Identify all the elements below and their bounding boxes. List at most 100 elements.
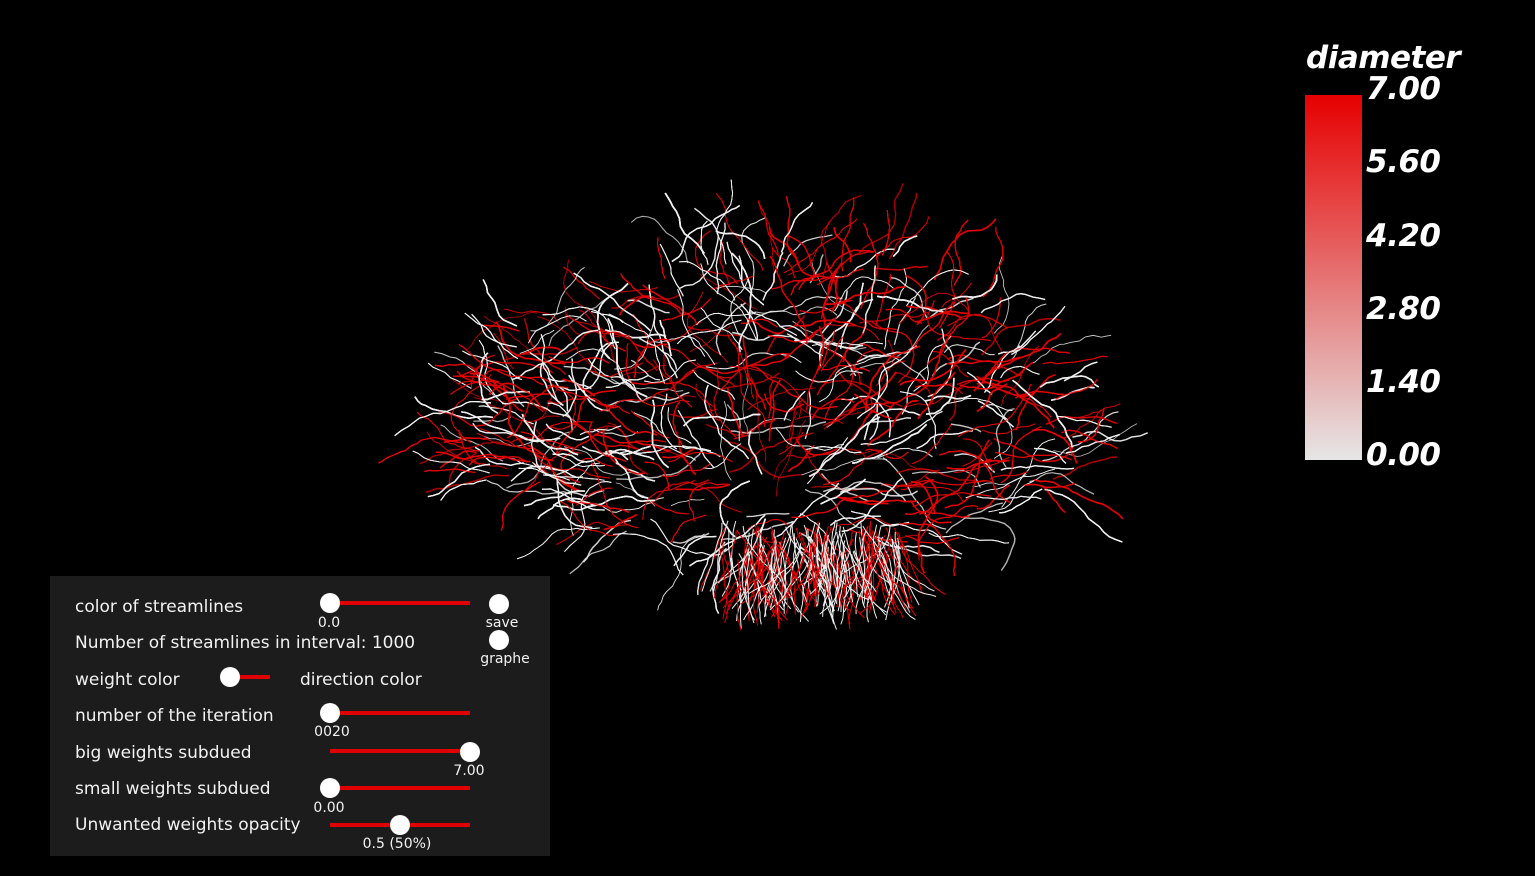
streamline <box>589 421 627 463</box>
streamline <box>683 413 761 427</box>
streamline <box>679 261 736 301</box>
streamline <box>952 274 998 300</box>
color-of-streamlines-track[interactable] <box>330 601 470 605</box>
graphe-button[interactable] <box>489 630 509 650</box>
streamline <box>765 315 806 355</box>
streamline-group <box>378 179 1148 631</box>
streamline <box>679 261 736 301</box>
streamline <box>704 384 750 460</box>
streamline <box>724 439 803 479</box>
streamline <box>394 401 491 437</box>
streamline <box>911 424 952 465</box>
streamline <box>603 513 638 531</box>
streamline <box>874 265 928 271</box>
streamline <box>1029 334 1112 365</box>
streamline <box>911 424 952 465</box>
iteration-slider-track[interactable] <box>330 711 470 715</box>
streamline <box>704 384 750 460</box>
streamline <box>440 479 487 501</box>
big-weights-slider-handle[interactable] <box>460 742 480 762</box>
streamline <box>677 381 721 422</box>
iteration-value: 0020 <box>314 724 350 740</box>
streamline <box>726 387 744 437</box>
streamline <box>905 535 959 544</box>
streamline <box>670 498 705 507</box>
streamline <box>707 355 790 374</box>
streamline <box>977 400 1015 428</box>
big-weights-slider-track[interactable] <box>330 749 470 753</box>
streamline <box>500 481 541 531</box>
streamline <box>704 384 750 460</box>
streamline <box>742 336 767 410</box>
streamline <box>615 462 649 499</box>
streamline <box>620 273 683 316</box>
streamline <box>656 236 666 280</box>
streamline <box>668 514 707 544</box>
colorbar-tick: 5.60 <box>1366 144 1441 180</box>
streamline <box>610 378 684 392</box>
streamline <box>573 272 651 332</box>
streamline <box>471 313 517 348</box>
streamline <box>1063 361 1098 382</box>
streamline <box>440 479 487 501</box>
streamline <box>588 281 659 293</box>
streamline <box>828 324 880 341</box>
streamline <box>918 505 978 561</box>
streamline <box>677 381 721 422</box>
streamline <box>952 274 998 300</box>
streamline <box>589 421 627 463</box>
streamline <box>1055 378 1098 400</box>
streamline <box>707 355 790 374</box>
streamline <box>947 354 1022 377</box>
streamline <box>927 300 991 342</box>
streamline <box>569 530 627 575</box>
small-weights-slider-handle[interactable] <box>320 778 340 798</box>
streamline <box>933 218 997 281</box>
unwanted-opacity-label: Unwanted weights opacity <box>75 815 301 835</box>
streamline <box>981 297 1001 339</box>
colorbar-tick: 4.20 <box>1366 218 1441 254</box>
streamline <box>545 423 589 441</box>
streamline <box>742 376 750 440</box>
iteration-slider-handle[interactable] <box>320 703 340 723</box>
streamline <box>471 313 517 348</box>
streamline <box>700 263 757 341</box>
streamline <box>652 501 689 515</box>
streamline <box>635 439 667 443</box>
streamline <box>808 378 903 408</box>
streamline <box>394 401 491 437</box>
color-mode-toggle-handle[interactable] <box>220 667 240 687</box>
streamline <box>537 497 596 520</box>
streamline <box>928 532 1010 544</box>
streamline <box>700 220 709 265</box>
streamline <box>545 423 589 441</box>
control-panel: color of streamlines 0.0 save Number of … <box>50 576 550 856</box>
streamline <box>668 514 707 544</box>
streamline <box>502 385 554 462</box>
streamline <box>596 282 629 360</box>
streamline <box>790 275 832 296</box>
save-button[interactable] <box>489 594 509 614</box>
streamline <box>914 383 952 388</box>
unwanted-opacity-slider-handle[interactable] <box>390 815 410 835</box>
streamline <box>440 479 487 501</box>
streamline <box>729 432 814 473</box>
streamline <box>993 437 1075 463</box>
streamline <box>989 471 1029 480</box>
small-weights-slider-track[interactable] <box>330 786 470 790</box>
streamline <box>511 329 598 381</box>
streamline <box>615 462 649 499</box>
streamline <box>823 449 883 486</box>
streamline <box>545 423 589 441</box>
streamline <box>537 497 596 520</box>
streamline <box>899 348 967 386</box>
streamline <box>589 421 627 463</box>
streamline <box>620 273 683 316</box>
streamline <box>918 505 978 561</box>
color-of-streamlines-label: color of streamlines <box>75 597 244 617</box>
streamline <box>707 355 790 374</box>
streamline <box>768 381 774 419</box>
color-of-streamlines-slider-handle[interactable] <box>320 593 340 613</box>
streamline <box>740 417 792 436</box>
streamline <box>688 482 729 522</box>
